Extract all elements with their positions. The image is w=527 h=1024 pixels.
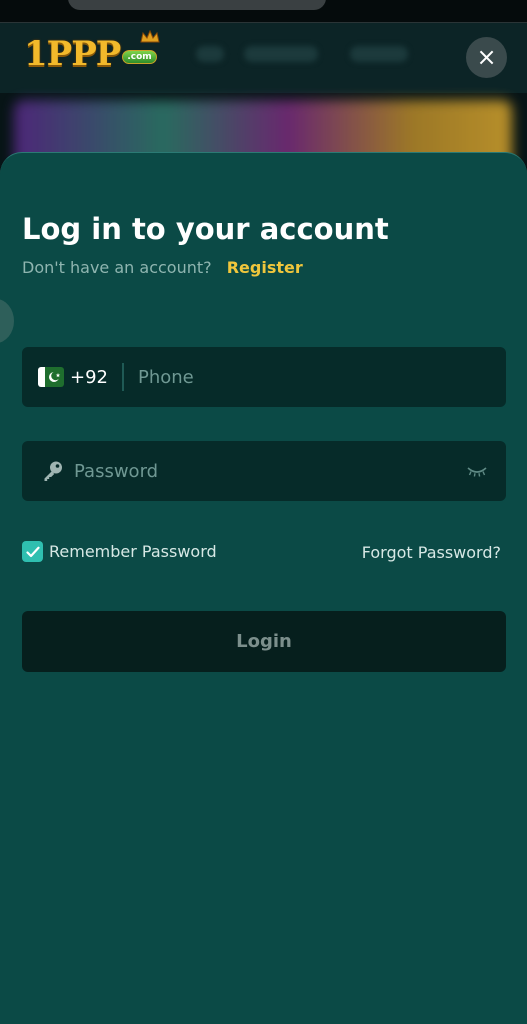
pakistan-flag-icon[interactable]	[38, 367, 64, 387]
remember-label: Remember Password	[49, 542, 217, 561]
browser-top-bar	[0, 0, 527, 23]
close-icon: ×	[476, 43, 497, 71]
login-modal	[0, 152, 527, 1024]
no-account-text: Don't have an account?	[22, 258, 212, 277]
background-nav-item	[350, 46, 408, 62]
eye-closed-icon[interactable]	[466, 464, 488, 478]
crown-icon	[140, 30, 160, 43]
login-screen: 1PPP .com × Log in to your account Don't…	[0, 0, 527, 1024]
phone-field: +92	[22, 347, 506, 407]
site-logo: 1PPP .com	[24, 30, 160, 74]
password-field	[22, 441, 506, 501]
logo-text: 1PPP	[24, 34, 121, 74]
background-nav-item	[244, 46, 318, 62]
phone-input[interactable]	[124, 347, 506, 407]
checkmark-icon	[25, 546, 40, 557]
close-button[interactable]: ×	[466, 37, 507, 78]
remember-checkbox[interactable]	[22, 541, 43, 562]
forgot-password-link[interactable]: Forgot Password?	[362, 543, 501, 562]
login-button[interactable]: Login	[22, 611, 506, 672]
login-title: Log in to your account	[22, 212, 389, 246]
key-icon	[44, 461, 62, 481]
register-prompt: Don't have an account? Register	[22, 258, 303, 277]
remember-password-toggle[interactable]: Remember Password	[22, 541, 217, 562]
background-nav-item	[196, 46, 224, 62]
browser-address-pill[interactable]	[68, 0, 326, 10]
country-code[interactable]: +92	[70, 367, 108, 388]
logo-badge: .com	[122, 50, 157, 64]
side-handle[interactable]	[0, 299, 14, 343]
register-link[interactable]: Register	[227, 258, 303, 277]
password-input[interactable]	[64, 441, 466, 501]
